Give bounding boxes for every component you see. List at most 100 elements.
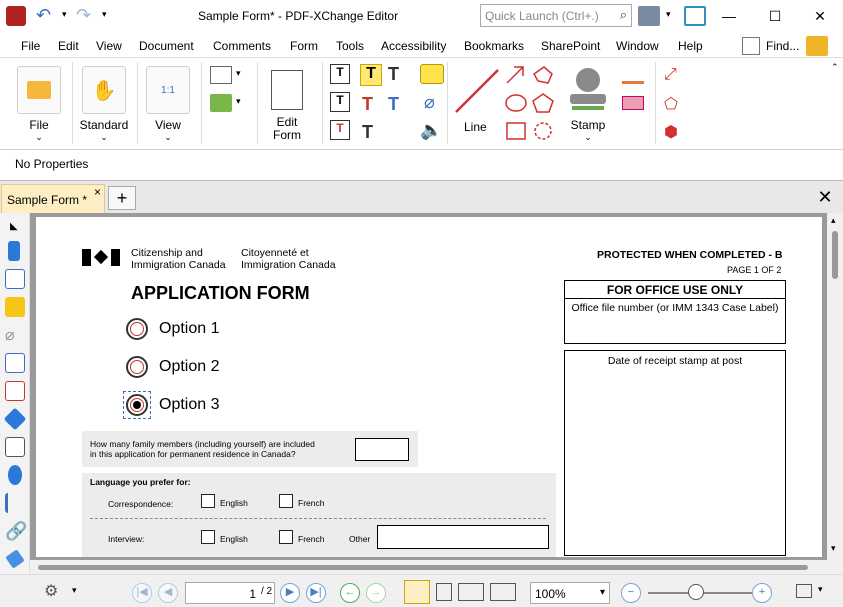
option-1-radio[interactable] bbox=[126, 318, 148, 340]
scroll-up-icon[interactable]: ▴ bbox=[831, 215, 836, 226]
redo-icon[interactable]: ↷ bbox=[76, 5, 91, 26]
attachments-icon[interactable]: ⌀ bbox=[5, 325, 25, 345]
interview-french-checkbox[interactable] bbox=[279, 530, 293, 544]
fields-icon[interactable] bbox=[5, 381, 25, 401]
menu-bookmarks[interactable]: Bookmarks bbox=[464, 39, 524, 53]
comments-icon[interactable] bbox=[5, 297, 25, 317]
prev-page-button[interactable]: ◀ bbox=[158, 583, 178, 603]
maximize-button[interactable]: ☐ bbox=[752, 0, 798, 32]
chevron-down-icon[interactable]: ▾ bbox=[236, 68, 241, 79]
menu-view[interactable]: View bbox=[96, 39, 122, 53]
sound-icon[interactable]: 🔈 bbox=[420, 120, 442, 141]
forward-button[interactable]: → bbox=[366, 583, 386, 603]
menu-edit[interactable]: Edit bbox=[58, 39, 79, 53]
undo-icon[interactable]: ↶ bbox=[36, 5, 51, 26]
sticky-note-icon[interactable] bbox=[420, 64, 444, 84]
menu-document[interactable]: Document bbox=[139, 39, 194, 53]
next-page-button[interactable]: ▶ bbox=[280, 583, 300, 603]
first-page-button[interactable]: |◀ bbox=[132, 583, 152, 603]
location-icon[interactable] bbox=[8, 465, 22, 485]
layers-icon[interactable] bbox=[3, 407, 27, 431]
links-icon[interactable]: 🔗 bbox=[5, 521, 27, 541]
measure-perimeter-icon[interactable]: ⬠ bbox=[664, 94, 684, 114]
zoom-slider-thumb[interactable] bbox=[688, 584, 704, 600]
quick-launch-input[interactable]: Quick Launch (Ctrl+.) ⌕ bbox=[480, 4, 632, 27]
structure-icon[interactable] bbox=[5, 493, 25, 513]
typewriter-icon[interactable]: T bbox=[330, 64, 350, 84]
menu-accessibility[interactable]: Accessibility bbox=[381, 39, 446, 53]
menu-file[interactable]: File bbox=[21, 39, 40, 53]
tab-sample-form[interactable]: Sample Form * × bbox=[1, 184, 105, 213]
arrow-icon[interactable] bbox=[504, 64, 528, 86]
interview-english-checkbox[interactable] bbox=[201, 530, 215, 544]
text-field-icon[interactable] bbox=[210, 66, 232, 84]
fit-page-icon[interactable] bbox=[796, 584, 812, 598]
edit-form-button[interactable]: Edit Form bbox=[262, 66, 312, 142]
correspondence-french-checkbox[interactable] bbox=[279, 494, 293, 508]
chevron-down-icon[interactable]: ▾ bbox=[236, 96, 241, 107]
family-count-field[interactable] bbox=[355, 438, 409, 461]
menu-tools[interactable]: Tools bbox=[336, 39, 364, 53]
add-image-icon[interactable] bbox=[210, 94, 232, 112]
correspondence-english-checkbox[interactable] bbox=[201, 494, 215, 508]
facing-view-icon[interactable] bbox=[458, 583, 484, 601]
polyline-icon[interactable] bbox=[530, 64, 556, 86]
cloud-icon[interactable] bbox=[530, 120, 556, 142]
text-box-icon[interactable]: T bbox=[330, 92, 350, 112]
new-tab-button[interactable]: + bbox=[108, 186, 136, 210]
attachment-icon[interactable]: ⌀ bbox=[424, 92, 435, 113]
stamp-button[interactable]: Stamp ⌄ bbox=[562, 66, 614, 143]
vertical-scrollbar[interactable]: ▴ ▾ bbox=[827, 213, 843, 571]
fullscreen-icon[interactable] bbox=[684, 6, 706, 26]
settings-dropdown-icon[interactable]: ▾ bbox=[666, 9, 671, 20]
option-2-radio[interactable] bbox=[126, 356, 148, 378]
pages-icon[interactable] bbox=[5, 269, 25, 289]
pencil-icon[interactable] bbox=[622, 66, 644, 84]
hscroll-thumb[interactable] bbox=[38, 565, 808, 570]
undo-dropdown-icon[interactable]: ▾ bbox=[62, 9, 67, 20]
text-tool-icon[interactable]: T bbox=[388, 64, 399, 85]
tab-close-icon[interactable]: × bbox=[94, 185, 101, 199]
folder-search-icon[interactable] bbox=[806, 36, 828, 56]
bookmarks-icon[interactable] bbox=[8, 241, 20, 261]
menu-sharepoint[interactable]: SharePoint bbox=[541, 39, 600, 53]
underline-icon[interactable]: T bbox=[388, 94, 399, 115]
continuous-facing-view-icon[interactable] bbox=[490, 583, 516, 601]
menu-comments[interactable]: Comments bbox=[213, 39, 271, 53]
measure-distance-icon[interactable]: ⤢ bbox=[664, 66, 684, 86]
scroll-thumb[interactable] bbox=[832, 231, 838, 279]
view-button[interactable]: 1:1 View ⌄ bbox=[144, 66, 192, 143]
menu-form[interactable]: Form bbox=[290, 39, 318, 53]
content-icon[interactable] bbox=[5, 437, 25, 457]
search-icon[interactable]: ⌕ bbox=[620, 7, 627, 23]
gear-icon[interactable]: ⚙ bbox=[44, 581, 64, 600]
back-button[interactable]: ← bbox=[340, 583, 360, 603]
single-page-view-icon[interactable] bbox=[404, 580, 430, 604]
continuous-view-icon[interactable] bbox=[436, 583, 452, 601]
last-page-button[interactable]: ▶| bbox=[306, 583, 326, 603]
signatures-icon[interactable] bbox=[5, 549, 25, 569]
strikeout-icon[interactable]: T bbox=[362, 94, 373, 115]
line-icon[interactable] bbox=[452, 66, 502, 116]
close-button[interactable]: ✕ bbox=[797, 0, 843, 32]
minimize-button[interactable]: — bbox=[706, 0, 752, 32]
horizontal-scrollbar[interactable] bbox=[30, 560, 827, 574]
replace-text-icon[interactable]: T bbox=[362, 122, 373, 143]
settings-icon[interactable] bbox=[638, 6, 660, 26]
menu-help[interactable]: Help bbox=[678, 39, 703, 53]
menu-window[interactable]: Window bbox=[616, 39, 659, 53]
highlight-text-icon[interactable]: T bbox=[360, 64, 382, 86]
ribbon-collapse-icon[interactable]: ⌃ bbox=[831, 62, 839, 73]
find-icon[interactable] bbox=[742, 37, 760, 55]
callout-icon[interactable]: T bbox=[330, 120, 350, 140]
destinations-icon[interactable] bbox=[5, 353, 25, 373]
interview-other-field[interactable] bbox=[377, 525, 549, 549]
sidebar-collapse-icon[interactable]: ◣ bbox=[10, 221, 18, 232]
scroll-down-icon[interactable]: ▾ bbox=[831, 543, 836, 554]
rectangle-icon[interactable] bbox=[504, 120, 528, 142]
find-button[interactable]: Find... bbox=[766, 39, 799, 53]
eraser-icon[interactable] bbox=[622, 96, 644, 110]
file-button[interactable]: File ⌄ bbox=[15, 66, 63, 143]
redo-dropdown-icon[interactable]: ▾ bbox=[102, 9, 107, 20]
chevron-down-icon[interactable]: ▾ bbox=[818, 584, 823, 595]
